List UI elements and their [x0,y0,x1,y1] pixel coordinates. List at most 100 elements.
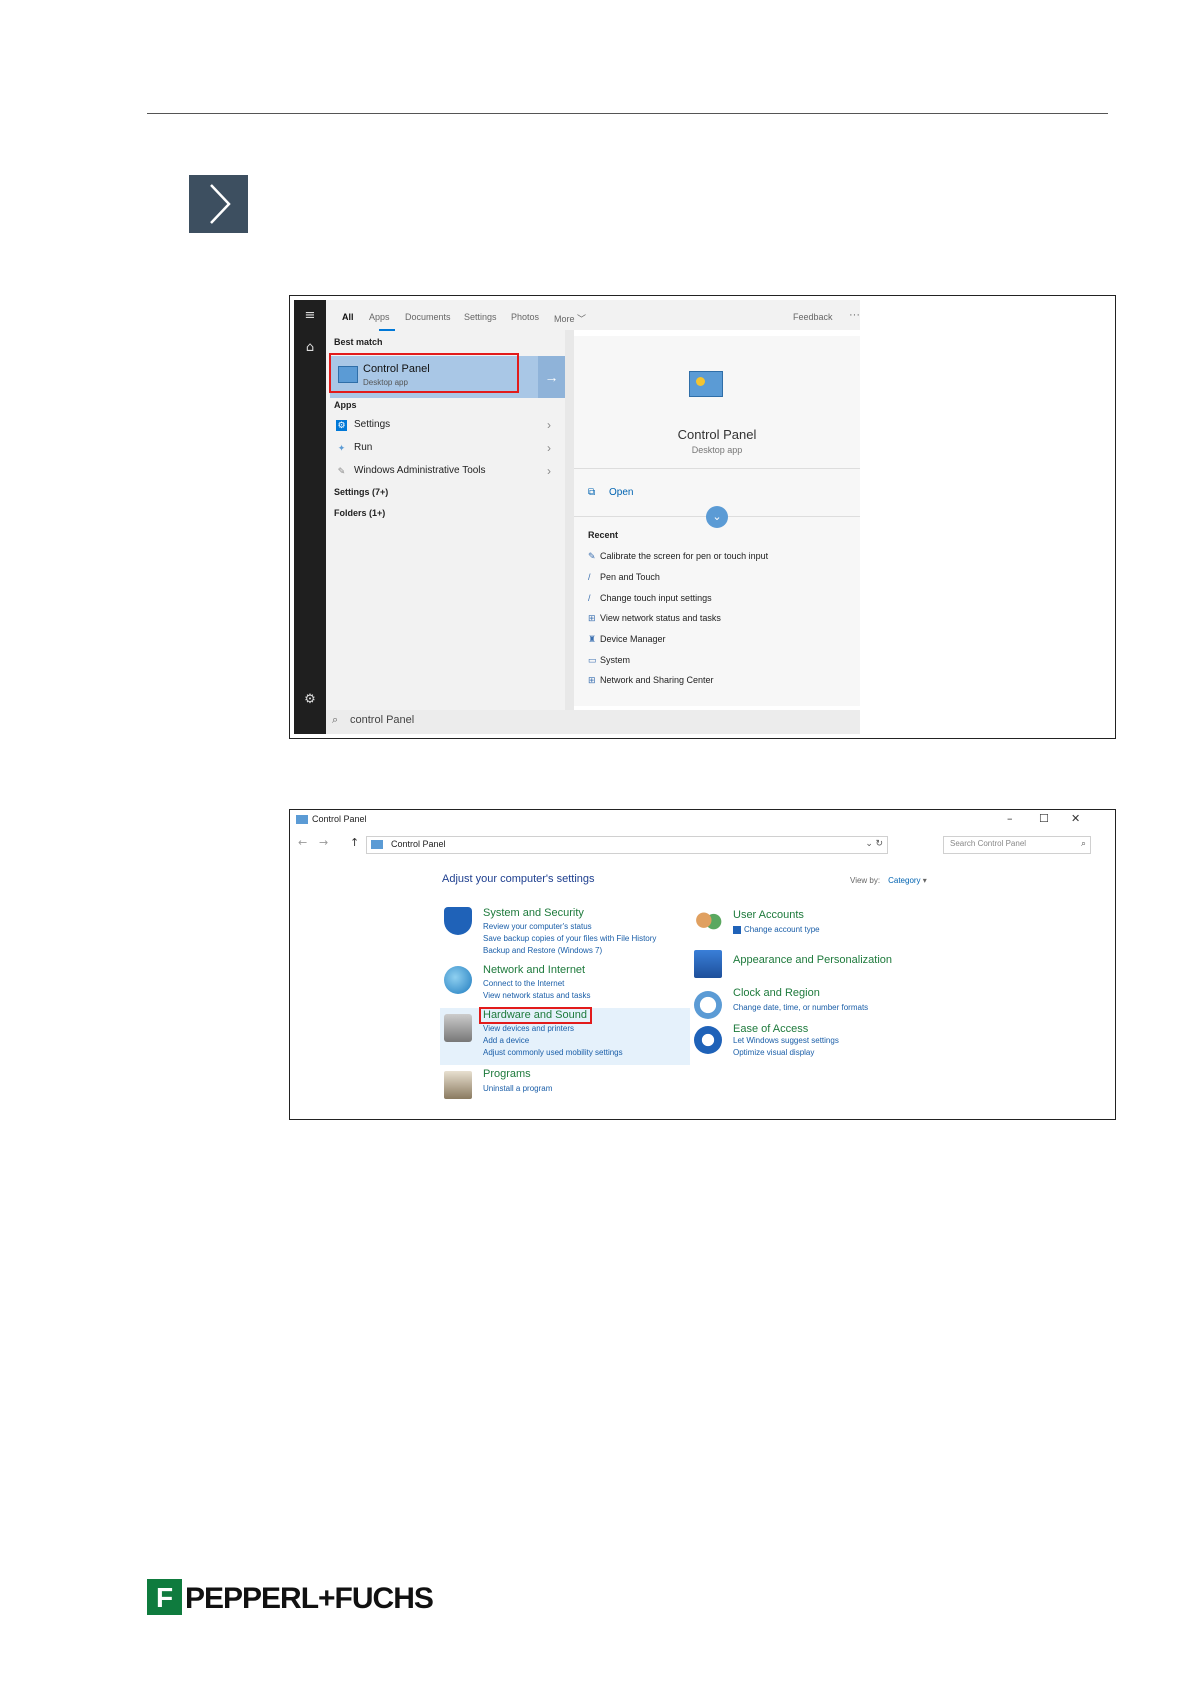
settings-count[interactable]: Settings (7+) [334,487,388,497]
recent-label: Recent [588,530,619,540]
page-title: Adjust your computer's settings [442,873,595,885]
up-icon[interactable]: ↑ [350,836,359,849]
category-link[interactable]: View network status and tasks [483,991,590,1000]
logo-mark-icon: F [147,1579,182,1615]
tab-apps[interactable]: Apps [369,312,390,322]
highlight-box [479,1007,592,1024]
pen-icon: / [588,593,591,603]
apps-label: Apps [334,400,357,410]
programs-icon [444,1071,472,1099]
category-link[interactable]: View devices and printers [483,1024,574,1033]
maximize-icon[interactable]: ☐ [1039,812,1049,825]
tab-all[interactable]: All [342,312,354,322]
tab-settings[interactable]: Settings [464,312,497,322]
tab-documents[interactable]: Documents [405,312,451,322]
gear-icon[interactable]: ⚙ [302,692,318,708]
search-input[interactable]: ⌕ control Panel [326,710,860,734]
control-panel-screenshot: Control Panel – ☐ ✕ ← → ↑ Control Panel … [289,809,1116,1120]
category-link[interactable]: Change date, time, or number formats [733,1003,868,1012]
list-item[interactable]: / Change touch input settings [588,593,712,603]
category-link[interactable]: Change account type [733,925,820,934]
shield-icon [733,925,741,934]
category-link[interactable]: Uninstall a program [483,1084,552,1093]
category-title[interactable]: User Accounts [733,909,804,921]
list-item[interactable]: ✦ Run › [330,439,563,459]
control-panel-icon [689,371,723,397]
monitor-icon [694,950,722,978]
arrow-right-icon[interactable]: → [538,356,565,398]
open-icon: ⧉ [588,487,596,498]
control-panel-icon [296,815,308,825]
system-icon: ▭ [588,655,597,665]
search-icon: ⌕ [1080,838,1086,848]
settings-icon: ⚙ [336,420,347,431]
detail-title: Control Panel [677,427,757,442]
open-link[interactable]: Open [609,487,633,498]
users-icon [694,909,722,937]
category-title[interactable]: System and Security [483,907,584,919]
more-options-icon[interactable]: ··· [849,309,860,321]
tab-more[interactable]: More ﹀ [554,312,586,325]
clock-icon [694,991,722,1019]
close-icon[interactable]: ✕ [1071,812,1080,825]
category-link[interactable]: Connect to the Internet [483,979,564,988]
list-item[interactable]: ⊞ Network and Sharing Center [588,675,714,686]
back-icon[interactable]: ← [298,836,307,849]
folders-count[interactable]: Folders (1+) [334,508,385,518]
category-title[interactable]: Ease of Access [733,1023,808,1035]
list-item[interactable]: ⚙ Settings › [330,416,563,436]
forward-icon[interactable]: → [319,836,328,849]
printer-icon [444,1014,472,1042]
network-icon: ⊞ [588,613,596,623]
shield-icon [444,907,472,935]
best-match-label: Best match [334,337,383,347]
search-icon: ⌕ [332,714,339,726]
feedback-link[interactable]: Feedback [793,312,833,322]
search-tabs: All Apps Documents Settings Photos More … [326,300,860,331]
pen-icon: ✎ [588,551,596,561]
top-rule [147,113,1108,114]
address-bar[interactable]: Control Panel ⌄ ↻ [366,836,888,854]
category-link[interactable]: Optimize visual display [733,1048,814,1057]
category-link[interactable]: Adjust commonly used mobility settings [483,1048,623,1057]
category-link[interactable]: Review your computer's status [483,922,592,931]
chevron-right-icon: › [547,464,551,478]
category-title[interactable]: Network and Internet [483,964,585,976]
highlight-box [329,353,519,393]
window-title: Control Panel [296,814,367,825]
run-icon: ✦ [337,443,346,453]
network-icon: ⊞ [588,675,596,685]
ease-of-access-icon [694,1026,722,1054]
admin-tools-icon: ✎ [337,466,346,476]
list-item[interactable]: ✎ Windows Administrative Tools › [330,462,563,482]
category-link[interactable]: Backup and Restore (Windows 7) [483,946,602,955]
category-link[interactable]: Save backup copies of your files with Fi… [483,934,656,943]
view-by[interactable]: View by: Category ▾ [850,876,927,885]
category-title[interactable]: Programs [483,1068,531,1080]
chevron-down-icon[interactable]: ⌄ [706,506,728,528]
list-item[interactable]: ✎ Calibrate the screen for pen or touch i… [588,551,768,562]
chevron-right-icon: › [547,441,551,455]
search-screenshot: ≡ ⌂ ⚙ All Apps Documents Settings Photos… [289,295,1116,739]
list-item[interactable]: ▭ System [588,655,630,666]
category-title[interactable]: Appearance and Personalization [733,954,892,966]
step-chevron-right-icon [189,175,248,233]
category-link[interactable]: Let Windows suggest settings [733,1036,839,1045]
detail-pane: Control Panel Desktop app ⧉ Open ⌄ Recen… [574,336,860,706]
list-item[interactable]: ♜ Device Manager [588,634,666,645]
search-input[interactable]: Search Control Panel ⌕ [943,836,1091,854]
device-manager-icon: ♜ [588,634,597,644]
refresh-icon[interactable]: ⌄ ↻ [865,838,883,849]
hamburger-icon[interactable]: ≡ [302,308,318,324]
control-panel-icon [371,840,383,849]
minimize-icon[interactable]: – [1007,812,1013,825]
start-rail: ≡ ⌂ ⚙ [294,300,326,734]
pen-icon: / [588,572,591,582]
category-title[interactable]: Clock and Region [733,987,820,999]
list-item[interactable]: / Pen and Touch [588,572,660,582]
tab-photos[interactable]: Photos [511,312,539,322]
list-item[interactable]: ⊞ View network status and tasks [588,613,721,624]
category-link[interactable]: Add a device [483,1036,529,1045]
chevron-right-icon: › [547,418,551,432]
home-icon[interactable]: ⌂ [302,340,318,356]
